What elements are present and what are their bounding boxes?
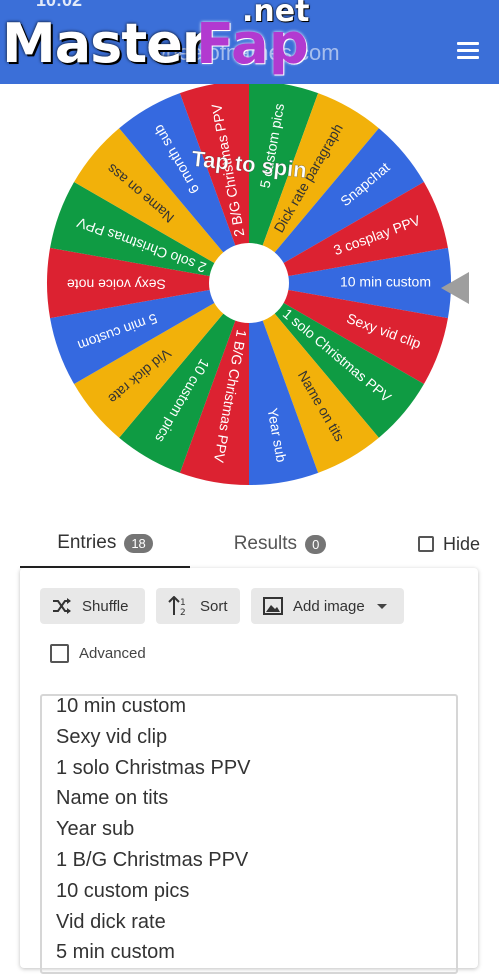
advanced-toggle[interactable]: Advanced <box>50 644 146 663</box>
entries-count-badge: 18 <box>124 533 153 553</box>
wheel-center[interactable] <box>209 243 289 323</box>
status-time: 10:02 <box>36 0 83 10</box>
sort-label: Sort <box>200 597 228 615</box>
entries-panel: Shuffle 1 2 Sort Add image Advanced 10 m… <box>20 568 478 974</box>
app-header: 10:02 wheelofnames.com Master Fap .net <box>0 0 499 84</box>
tab-entries-label: Entries <box>57 532 117 553</box>
advanced-checkbox[interactable] <box>50 644 69 663</box>
tab-results-label: Results <box>233 533 298 554</box>
svg-text:2: 2 <box>180 608 186 616</box>
entry-line: Vid dick rate <box>56 910 166 933</box>
entry-line: Sexy vid clip <box>56 725 168 748</box>
entry-line: 5 min custom <box>56 941 175 964</box>
wheel-segment-label: Sexy voice note <box>67 276 166 292</box>
sort-icon: 1 2 <box>168 596 186 616</box>
menu-line <box>457 42 479 45</box>
chevron-down-icon <box>376 603 387 609</box>
entry-line: 1 B/G Christmas PPV <box>56 848 249 871</box>
menu-line <box>457 56 479 59</box>
entry-line: 1 solo Christmas PPV <box>56 756 251 779</box>
watermark-suffix: .net <box>242 0 310 29</box>
watermark-text: Master <box>2 12 208 75</box>
entries-list: 10 min custom Sexy vid clip 1 solo Christm… <box>56 695 251 968</box>
hide-checkbox[interactable] <box>417 536 434 552</box>
tab-bar: Entries 18 Results 0 Hide <box>20 520 480 568</box>
results-count-badge: 0 <box>305 534 327 554</box>
wheel-segment-label: 10 min custom <box>340 274 431 290</box>
shuffle-button[interactable]: Shuffle <box>40 588 145 624</box>
entry-line: 10 custom pics <box>56 879 190 902</box>
spin-wheel-area[interactable]: 10 min custom Sexy vid clip 1 solo Christm… <box>0 84 499 494</box>
entry-line: 10 min custom <box>56 695 187 717</box>
add-image-button[interactable]: Add image <box>251 588 404 624</box>
spin-wheel[interactable]: 10 min customSexy vid clip1 solo Christm… <box>0 84 499 494</box>
wheel-pointer-icon <box>441 272 469 304</box>
menu-line <box>457 49 479 52</box>
svg-text:1: 1 <box>180 598 186 608</box>
sort-button[interactable]: 1 2 Sort <box>156 588 240 624</box>
advanced-label: Advanced <box>79 645 146 662</box>
shuffle-label: Shuffle <box>82 597 129 615</box>
hide-label: Hide <box>442 533 480 554</box>
entry-line: Year sub <box>56 818 135 841</box>
tab-results[interactable]: Results 0 <box>205 520 355 568</box>
add-image-label: Add image <box>293 597 365 615</box>
shuffle-icon <box>53 598 71 614</box>
hide-toggle[interactable]: Hide <box>417 520 480 568</box>
tab-entries[interactable]: Entries 18 <box>20 520 190 568</box>
entry-line: Name on tits <box>56 787 169 810</box>
hamburger-menu-icon[interactable] <box>457 42 479 60</box>
entries-textarea[interactable]: 10 min custom Sexy vid clip 1 solo Christm… <box>40 694 458 974</box>
image-icon <box>263 597 283 615</box>
